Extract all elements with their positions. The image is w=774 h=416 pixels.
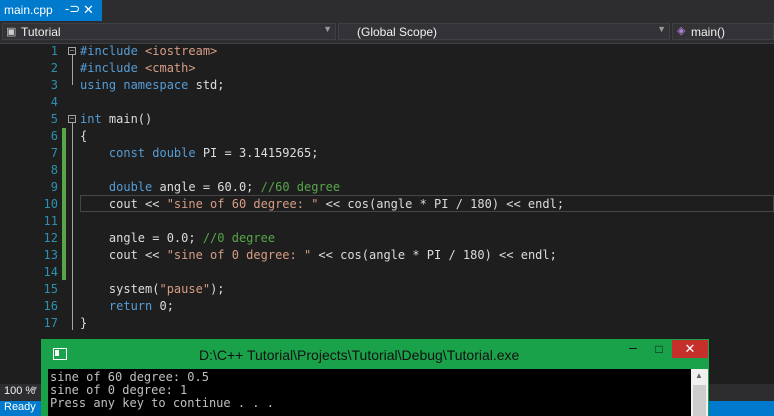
code-line: double angle = 60.0; //60 degree: [80, 180, 340, 194]
line-number: 3: [50, 78, 58, 92]
code-token: main(): [108, 112, 153, 126]
line-number: 13: [43, 248, 58, 262]
code-token: std;: [195, 78, 225, 92]
code-token: <iostream>: [145, 44, 218, 58]
chevron-down-icon: ▼: [657, 24, 666, 34]
code-token: #include: [80, 44, 146, 58]
code-line: #include <iostream>: [80, 44, 217, 58]
member-dropdown[interactable]: ◈ main(): [672, 23, 774, 40]
code-token: {: [80, 129, 88, 143]
code-line: cout << "sine of 0 degree: " << cos(angl…: [80, 248, 557, 262]
member-name: main(): [691, 25, 726, 39]
line-number: 15: [43, 282, 58, 296]
collapse-toggle-icon[interactable]: −: [68, 115, 76, 123]
code-token: angle = 60.0;: [159, 180, 261, 194]
code-token: //0 degree: [202, 231, 276, 245]
code-token: << cos(angle * PI / 180) << endl;: [311, 248, 557, 262]
line-number: 4: [50, 95, 58, 109]
line-number: 2: [50, 61, 58, 75]
code-line: using namespace std;: [80, 78, 225, 92]
line-number: 14: [43, 265, 58, 279]
console-app-icon[interactable]: [53, 348, 67, 360]
code-line: return 0;: [80, 299, 174, 313]
code-line: const double PI = 3.14159265;: [80, 146, 319, 160]
console-window[interactable]: D:\C++ Tutorial\Projects\Tutorial\Debug\…: [41, 339, 709, 416]
code-token: const double: [108, 146, 203, 160]
scope-dropdown[interactable]: (Global Scope) ▼: [338, 23, 670, 40]
code-token: 0;: [159, 299, 174, 313]
code-token: "pause": [159, 282, 211, 296]
chevron-down-icon[interactable]: ▼: [30, 384, 39, 394]
scroll-thumb[interactable]: [693, 385, 706, 416]
code-token: #include: [80, 61, 146, 75]
code-token: return: [108, 299, 160, 313]
document-tab-strip: main.cpp -⊃ ✕: [0, 0, 774, 21]
code-token: system(: [80, 282, 160, 296]
code-token: //60 degree: [260, 180, 341, 194]
code-token: PI = 3.14159265;: [202, 146, 319, 160]
line-number: 7: [50, 146, 58, 160]
code-token: double: [108, 180, 160, 194]
line-number: 6: [50, 129, 58, 143]
tab-main-cpp[interactable]: main.cpp -⊃ ✕: [0, 0, 102, 21]
console-line: sine of 0 degree: 1: [50, 383, 188, 397]
project-dropdown[interactable]: ▣ Tutorial ▼: [2, 23, 336, 40]
console-title: D:\C++ Tutorial\Projects\Tutorial\Debug\…: [199, 347, 520, 363]
project-name: Tutorial: [21, 25, 61, 39]
line-number: 11: [43, 214, 58, 228]
code-line: system("pause");: [80, 282, 225, 296]
code-editor[interactable]: 1 #include <iostream> 2 #include <cmath> 3 us…: [0, 44, 774, 384]
console-line: sine of 60 degree: 0.5: [50, 370, 209, 384]
tab-title: main.cpp: [4, 3, 53, 17]
status-text: Ready: [4, 401, 36, 413]
code-token: "sine of 0 degree: ": [166, 248, 312, 262]
code-token: cout <<: [80, 248, 167, 262]
line-number: 12: [43, 231, 58, 245]
code-line: int main(): [80, 112, 152, 126]
code-token: }: [80, 316, 88, 330]
line-number: 17: [43, 316, 58, 330]
line-number: 10: [43, 197, 58, 211]
maximize-button[interactable]: □: [646, 339, 672, 359]
code-token: <cmath>: [145, 61, 196, 75]
minimize-button[interactable]: –: [620, 339, 646, 359]
current-line-highlight: [80, 195, 774, 212]
outline-guide: [72, 55, 73, 85]
code-line: angle = 0.0; //0 degree: [80, 231, 275, 245]
change-indicator: [62, 128, 66, 280]
console-output[interactable]: sine of 60 degree: 0.5 sine of 0 degree:…: [48, 369, 691, 416]
close-button[interactable]: ✕: [672, 340, 708, 358]
navigation-bar: ▣ Tutorial ▼ (Global Scope) ▼ ◈ main(): [0, 21, 774, 44]
line-number: 1: [50, 44, 58, 58]
code-token: int: [80, 112, 109, 126]
method-icon: ◈: [677, 25, 686, 37]
code-token: angle = 0.0;: [80, 231, 203, 245]
code-token: using namespace: [80, 78, 196, 92]
scope-name: (Global Scope): [357, 25, 438, 39]
code-line: #include <cmath>: [80, 61, 196, 75]
code-line: {: [80, 129, 87, 143]
tab-close-icon[interactable]: ✕: [83, 2, 94, 18]
line-number: 9: [50, 180, 58, 194]
project-icon: ▣: [6, 26, 17, 38]
line-number: 16: [43, 299, 58, 313]
collapse-toggle-icon[interactable]: −: [68, 47, 76, 55]
line-number: 5: [50, 112, 58, 126]
console-scrollbar[interactable]: ▲: [691, 369, 708, 416]
line-number: 8: [50, 163, 58, 177]
scroll-up-icon[interactable]: ▲: [695, 371, 703, 380]
pin-icon[interactable]: -⊃: [65, 1, 80, 17]
code-line: }: [80, 316, 87, 330]
code-token: );: [210, 282, 225, 296]
console-line: Press any key to continue . . .: [50, 396, 274, 410]
outline-guide: [72, 123, 73, 330]
chevron-down-icon: ▼: [323, 24, 332, 34]
